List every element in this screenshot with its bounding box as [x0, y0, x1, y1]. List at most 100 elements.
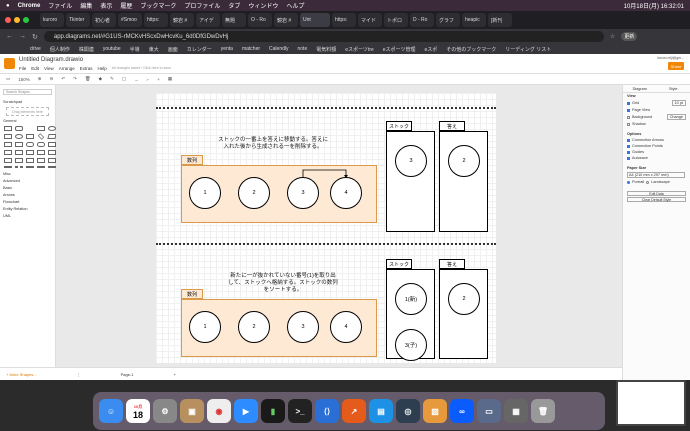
- browser-tab[interactable]: O - Ro: [248, 13, 272, 27]
- bookmark[interactable]: eスポーツtre: [345, 46, 374, 53]
- browser-tab[interactable]: 初心者: [92, 13, 116, 27]
- bookmark[interactable]: matcher: [242, 46, 260, 52]
- downloads-icon[interactable]: ▦: [504, 399, 528, 423]
- browser-tab[interactable]: [新刊: [488, 13, 512, 27]
- browser-tab[interactable]: トポロ: [384, 13, 408, 27]
- more-shapes-link[interactable]: + More Shapes...: [6, 372, 37, 377]
- line-color-icon[interactable]: ✎: [110, 76, 114, 82]
- section-basic[interactable]: Basic: [0, 185, 55, 191]
- grid-checkbox[interactable]: [627, 101, 630, 105]
- menu-history[interactable]: 履歴: [120, 1, 132, 10]
- browser-tab[interactable]: マイド: [358, 13, 382, 27]
- section-uml[interactable]: UML: [0, 213, 55, 219]
- browser-tab[interactable]: Tkinter: [66, 13, 90, 27]
- section-entity-relation[interactable]: Entity Relation: [0, 206, 55, 212]
- activity-monitor-icon[interactable]: ▮: [261, 399, 285, 423]
- terminal-icon[interactable]: >_: [288, 399, 312, 423]
- menu-tab[interactable]: タブ: [228, 1, 240, 10]
- scratchpad-header[interactable]: Scratchpad: [0, 99, 55, 105]
- trash-icon[interactable]: 🗑: [531, 399, 555, 423]
- shape-cube[interactable]: [15, 150, 23, 155]
- fill-color-icon[interactable]: ◆: [99, 76, 102, 82]
- stock-label-2[interactable]: ストック: [386, 259, 412, 269]
- finder-icon[interactable]: ☺: [99, 399, 123, 423]
- shape-circle[interactable]: [15, 134, 23, 139]
- undo-icon[interactable]: ↶: [61, 76, 65, 82]
- stock2-circle-bottom[interactable]: 3(子): [395, 329, 427, 361]
- shape-or[interactable]: [26, 158, 34, 163]
- bookmark[interactable]: 電気料額: [316, 46, 336, 53]
- shape-link[interactable]: [37, 166, 45, 168]
- menu-profile[interactable]: プロファイル: [184, 1, 220, 10]
- shape-and[interactable]: [48, 158, 56, 163]
- browser-tab[interactable]: https:: [144, 13, 168, 27]
- url-field[interactable]: app.diagrams.net/#G1US-rMCKvHScxDwHcvKu_…: [43, 31, 604, 42]
- minimize-window-button[interactable]: [14, 17, 20, 23]
- connection-arrows-checkbox[interactable]: [627, 138, 630, 142]
- shape-textbox[interactable]: [37, 126, 45, 131]
- page-tab[interactable]: Page-1: [121, 372, 134, 377]
- shape-dashed[interactable]: [15, 166, 23, 168]
- format-panel-icon[interactable]: ▭: [6, 76, 10, 82]
- section-arrows[interactable]: Arrows: [0, 192, 55, 198]
- array2-circle-4[interactable]: 4: [330, 311, 362, 343]
- bookmark[interactable]: 東大: [149, 46, 159, 53]
- screenshot-thumbnail[interactable]: [616, 380, 686, 426]
- user-account[interactable]: kuroro.eiji@gm...: [657, 56, 684, 60]
- tab-diagram[interactable]: Diagram: [623, 85, 657, 92]
- table-icon[interactable]: ▦: [168, 76, 172, 82]
- browser-tab[interactable]: D - Ro: [410, 13, 434, 27]
- background-checkbox[interactable]: [627, 115, 630, 119]
- add-page-icon[interactable]: +: [173, 372, 175, 377]
- menu-extras[interactable]: Extras: [80, 66, 93, 71]
- zoom-level[interactable]: 150%: [18, 77, 30, 82]
- page-options-icon[interactable]: ⋮: [77, 372, 81, 377]
- answer-label-2[interactable]: 答え: [439, 259, 465, 269]
- shape-triangle[interactable]: [15, 142, 23, 147]
- answer1-circle[interactable]: 2: [448, 145, 480, 177]
- section-advanced[interactable]: Advanced: [0, 178, 55, 184]
- zoom-icon[interactable]: ▶: [234, 399, 258, 423]
- menu-window[interactable]: ウィンドウ: [248, 1, 278, 10]
- scratchpad-drop[interactable]: Drag elements here: [6, 107, 49, 116]
- canvas[interactable]: ストックの一番上を答えに移動する。答えに入れた後から生成される一を削除する。 数…: [56, 85, 622, 367]
- autosave-checkbox[interactable]: [627, 156, 630, 160]
- browser-tab[interactable]: #Smoo: [118, 13, 142, 27]
- system-preferences-icon[interactable]: ⚙: [153, 399, 177, 423]
- browser-tab[interactable]: グラフ: [436, 13, 460, 27]
- browser-tab[interactable]: https:: [332, 13, 356, 27]
- shape-line[interactable]: [4, 166, 12, 168]
- menu-edit[interactable]: 編集: [80, 1, 92, 10]
- menu-file[interactable]: File: [19, 66, 26, 71]
- tab-style[interactable]: Style: [657, 85, 690, 92]
- apple-icon[interactable]: ●: [6, 3, 10, 9]
- shape-curve[interactable]: [48, 166, 56, 168]
- portrait-radio[interactable]: [627, 180, 630, 184]
- vscode-icon[interactable]: ⟨⟩: [315, 399, 339, 423]
- answer-label-1[interactable]: 答え: [439, 121, 465, 131]
- forward-icon[interactable]: →: [19, 33, 26, 40]
- shape-tape[interactable]: [48, 150, 56, 155]
- shape-arrow[interactable]: [26, 166, 34, 168]
- shape-hexagon[interactable]: [4, 142, 12, 147]
- insert-icon[interactable]: +: [157, 77, 160, 82]
- back-icon[interactable]: ←: [6, 33, 13, 40]
- bookmark[interactable]: yenta: [221, 46, 233, 52]
- landscape-radio[interactable]: [646, 180, 650, 184]
- bookmark-other[interactable]: その他のブックマーク: [446, 46, 496, 53]
- shape-cylinder[interactable]: [26, 142, 34, 147]
- shadow-checkbox[interactable]: [627, 122, 630, 126]
- update-button[interactable]: 更新: [621, 32, 638, 41]
- shape-actor[interactable]: [15, 158, 23, 163]
- save-status[interactable]: All changes saved / Click here to save: [112, 66, 171, 71]
- menu-view[interactable]: View: [44, 66, 54, 71]
- connection-icon[interactable]: →: [134, 77, 139, 82]
- browser-tab[interactable]: kuroro: [40, 13, 64, 27]
- chart-app-icon[interactable]: ↗: [342, 399, 366, 423]
- diagram-page[interactable]: ストックの一番上を答えに移動する。答えに入れた後から生成される一を削除する。 数…: [156, 93, 496, 363]
- bookmark[interactable]: note: [298, 46, 308, 52]
- zoom-out-icon[interactable]: ⊖: [50, 76, 54, 82]
- browser-tab-active[interactable]: Unt: [300, 13, 330, 27]
- menu-help[interactable]: Help: [98, 66, 107, 71]
- shape-card[interactable]: [37, 150, 45, 155]
